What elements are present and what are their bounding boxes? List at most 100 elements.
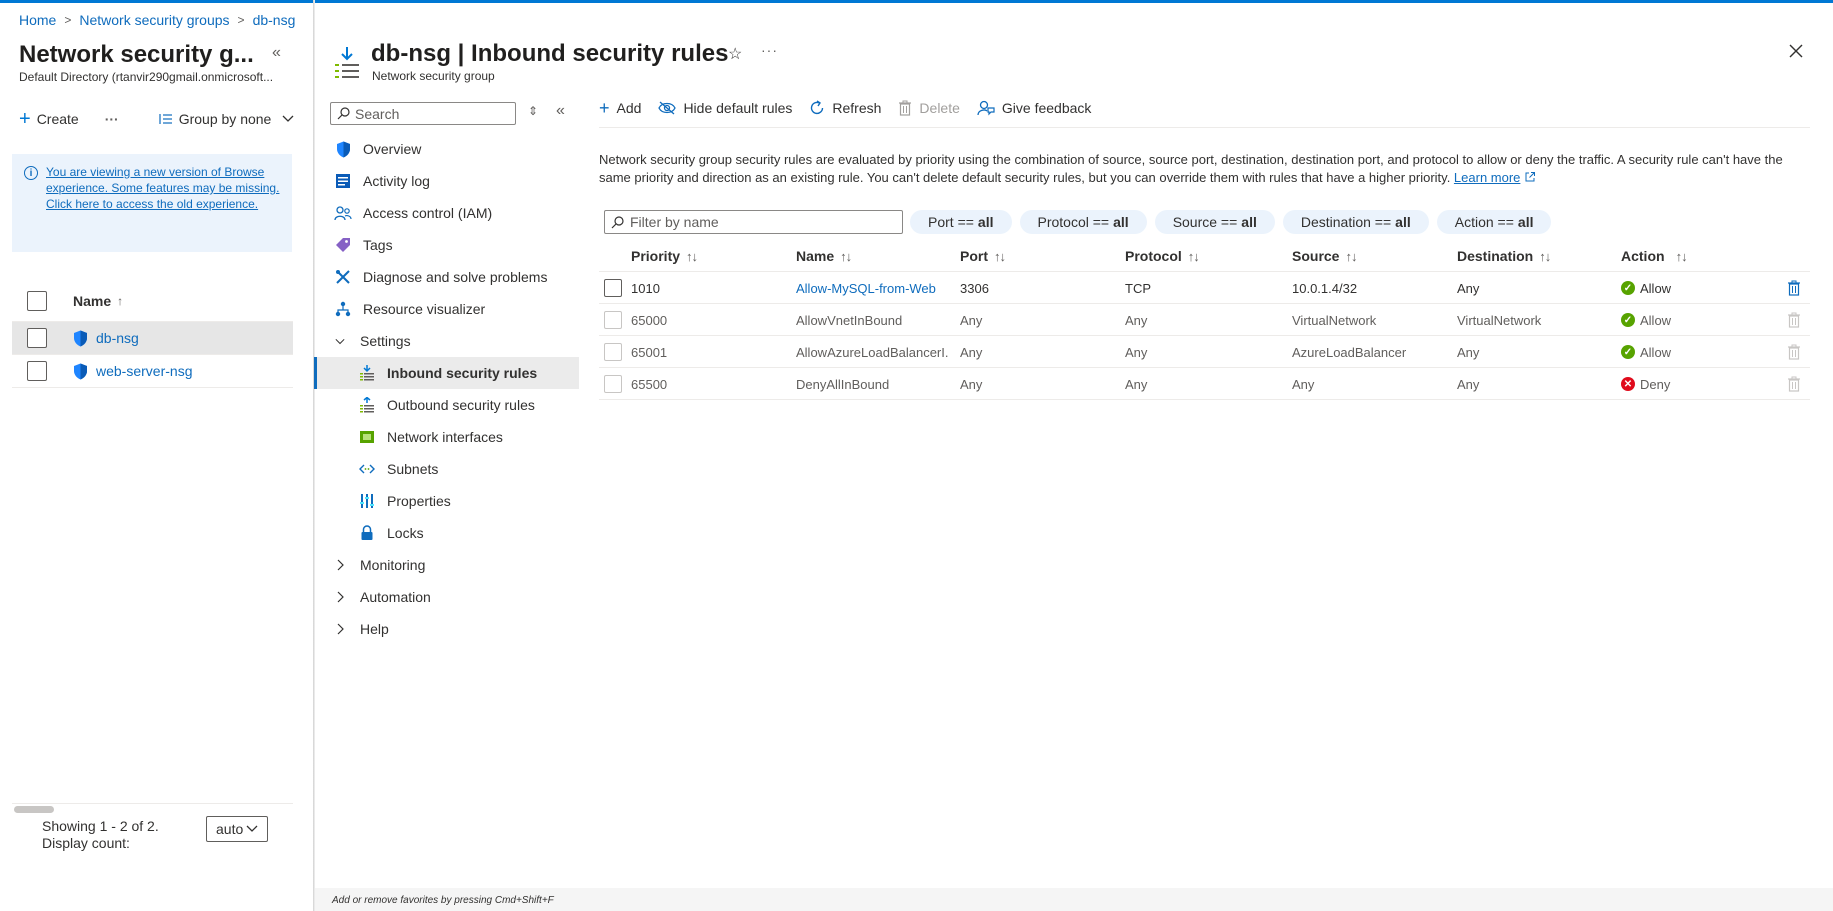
header-label: Action <box>1621 248 1665 264</box>
collapse-blade-icon[interactable]: « <box>272 44 281 62</box>
table-row[interactable]: 65001 AllowAzureLoadBalancerI... Any Any… <box>599 336 1810 368</box>
chevron-down-icon <box>246 825 258 832</box>
refresh-button[interactable]: Refresh <box>809 100 881 116</box>
destination-column-header[interactable]: Destination ↑↓ <box>1457 240 1617 272</box>
port-cell: 3306 <box>960 280 989 296</box>
filter-pill-port[interactable]: Port == all <box>910 210 1012 234</box>
menu-item-resource-visualizer[interactable]: Resource visualizer <box>314 293 579 325</box>
port-column-header[interactable]: Port ↑↓ <box>960 240 1120 272</box>
display-count-value: auto <box>216 821 244 837</box>
sort-icon: ↑↓ <box>994 248 1006 264</box>
sort-icon: ↑↓ <box>1539 248 1551 264</box>
menu-sort-icon[interactable]: ⇕ <box>528 104 538 118</box>
menu-group-monitoring[interactable]: Monitoring <box>314 549 579 581</box>
delete-button[interactable]: Delete <box>898 100 960 116</box>
menu-item-activity-log[interactable]: Activity log <box>314 165 579 197</box>
chevron-down-icon <box>282 115 294 122</box>
breadcrumb-current[interactable]: db-nsg <box>253 12 296 28</box>
header-label: Source <box>1292 248 1340 264</box>
filter-by-name-input[interactable]: Filter by name <box>604 210 903 234</box>
collapse-menu-icon[interactable]: « <box>556 102 565 120</box>
add-rule-button[interactable]: + Add <box>599 98 641 118</box>
menu-item-diagnose[interactable]: Diagnose and solve problems <box>314 261 579 293</box>
resource-row-db-nsg[interactable]: db-nsg <box>12 322 293 355</box>
row-checkbox <box>604 375 622 393</box>
port-cell: Any <box>960 312 983 328</box>
sort-icon: ↑↓ <box>1187 248 1200 264</box>
old-experience-link[interactable]: You are viewing a new version of Browse … <box>46 164 280 252</box>
breadcrumb-nsg-list[interactable]: Network security groups <box>79 12 229 28</box>
select-all-checkbox[interactable] <box>27 291 47 311</box>
delete-rule-button[interactable] <box>1787 272 1805 304</box>
hierarchy-icon <box>334 300 352 318</box>
menu-item-subnets[interactable]: Subnets <box>314 453 579 485</box>
give-feedback-button[interactable]: Give feedback <box>977 100 1091 116</box>
browse-blade-subtitle: Default Directory (rtanvir290gmail.onmic… <box>19 70 274 84</box>
source-column-header[interactable]: Source ↑↓ <box>1292 240 1452 272</box>
favorite-star-icon[interactable]: ☆ <box>728 44 742 64</box>
filter-placeholder: Filter by name <box>630 214 719 230</box>
priority-cell: 65500 <box>631 376 668 392</box>
menu-item-tags[interactable]: Tags <box>314 229 579 261</box>
horizontal-scroll-track <box>12 803 293 804</box>
resource-list: Name ↑ db-nsg web-server-nsg <box>12 281 293 388</box>
menu-item-label: Diagnose and solve problems <box>363 269 548 285</box>
group-by-dropdown[interactable]: Group by none <box>159 111 296 127</box>
subnet-icon <box>358 460 376 478</box>
menu-item-outbound-rules[interactable]: Outbound security rules <box>314 389 579 421</box>
table-row[interactable]: 1010 Allow-MySQL-from-Web 3306 TCP 10.0.… <box>599 272 1810 304</box>
destination-cell: Any <box>1457 344 1480 360</box>
menu-item-inbound-rules[interactable]: Inbound security rules <box>314 357 579 389</box>
filter-pill-action[interactable]: Action == all <box>1436 210 1552 234</box>
learn-more-link[interactable]: Learn more <box>1454 170 1520 185</box>
resource-row-web-server-nsg[interactable]: web-server-nsg <box>12 355 293 388</box>
hide-default-rules-button[interactable]: Hide default rules <box>658 100 792 116</box>
close-icon[interactable] <box>1786 41 1806 61</box>
filter-pill-destination[interactable]: Destination == all <box>1282 210 1429 234</box>
plus-icon: + <box>599 98 610 118</box>
resource-type-label: Network security group <box>372 69 495 83</box>
breadcrumb-home[interactable]: Home <box>19 12 56 28</box>
action-label: Allow <box>1640 312 1672 328</box>
resource-link-db-nsg[interactable]: db-nsg <box>96 330 139 346</box>
row-checkbox[interactable] <box>27 328 47 348</box>
priority-column-header[interactable]: Priority ↑↓ <box>631 240 761 272</box>
row-checkbox[interactable] <box>27 361 47 381</box>
menu-item-network-interfaces[interactable]: Network interfaces <box>314 421 579 453</box>
action-cell: ✓ Allow <box>1621 272 1741 304</box>
display-count-select[interactable]: auto <box>206 816 268 842</box>
menu-group-label: Monitoring <box>360 557 426 573</box>
table-row[interactable]: 65000 AllowVnetInBound Any Any VirtualNe… <box>599 304 1810 336</box>
menu-item-access-control[interactable]: Access control (IAM) <box>314 197 579 229</box>
filter-pill-source[interactable]: Source == all <box>1154 210 1275 234</box>
pill-value: all <box>1395 214 1411 230</box>
menu-item-properties[interactable]: Properties <box>314 485 579 517</box>
name-column-header[interactable]: Name <box>73 293 111 309</box>
menu-group-help[interactable]: Help <box>314 613 579 645</box>
menu-group-settings[interactable]: Settings <box>314 325 579 357</box>
menu-item-locks[interactable]: Locks <box>314 517 579 549</box>
security-rules-table: Priority ↑↓ Name ↑↓ Port ↑↓ Protocol ↑↓ Sour… <box>599 240 1810 400</box>
command-bar: + Add Hide default rules Refresh Delete … <box>599 98 1108 118</box>
menu-search-input[interactable]: Search <box>330 102 516 125</box>
pill-key: Protocol == <box>1037 214 1110 230</box>
more-options-icon[interactable]: ··· <box>761 42 778 58</box>
properties-icon <box>358 492 376 510</box>
table-row[interactable]: 65500 DenyAllInBound Any Any Any Any ✕ De… <box>599 368 1810 400</box>
protocol-column-header[interactable]: Protocol ↑↓ <box>1125 240 1285 272</box>
resource-link-web-server-nsg[interactable]: web-server-nsg <box>96 363 192 379</box>
menu-item-overview[interactable]: Overview <box>314 133 579 165</box>
horizontal-scrollbar[interactable] <box>14 806 54 813</box>
menu-item-label: Outbound security rules <box>387 397 535 413</box>
action-column-header[interactable]: Action ↑↓ <box>1621 240 1741 272</box>
people-icon <box>334 204 352 222</box>
filter-pill-protocol[interactable]: Protocol == all <box>1019 210 1147 234</box>
row-checkbox[interactable] <box>604 279 622 297</box>
more-actions-button[interactable]: ··· <box>105 111 119 127</box>
rule-name-link[interactable]: Allow-MySQL-from-Web <box>796 272 948 304</box>
menu-group-automation[interactable]: Automation <box>314 581 579 613</box>
name-column-header[interactable]: Name ↑↓ <box>796 240 948 272</box>
trash-icon <box>1788 312 1800 328</box>
create-button[interactable]: + Create <box>19 109 79 129</box>
row-checkbox-cell <box>604 368 622 400</box>
